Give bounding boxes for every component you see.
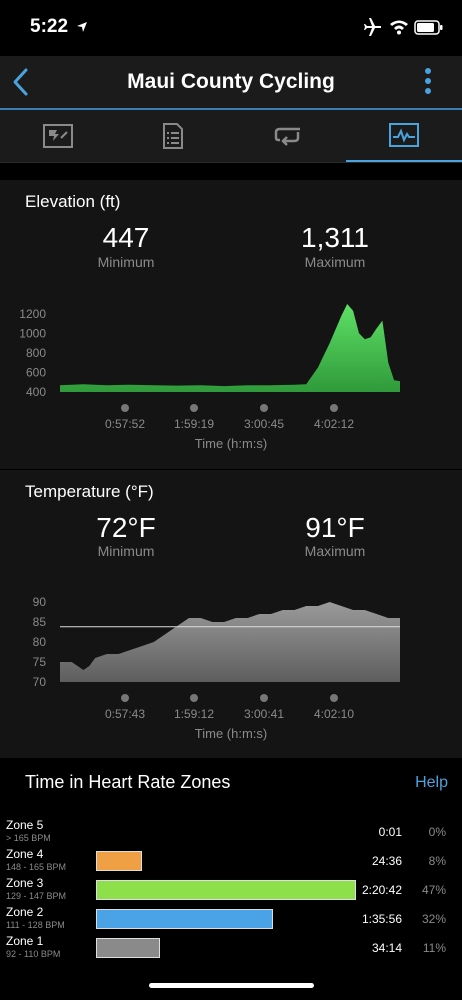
temperature-max-value: 91°F — [305, 512, 365, 543]
zone-time: 34:14 — [371, 941, 402, 955]
x-tick-label: 4:02:10 — [314, 707, 354, 721]
zone-percent: 0% — [428, 825, 446, 839]
help-link[interactable]: Help — [415, 774, 448, 792]
temperature-min-label: Minimum — [97, 543, 155, 559]
elevation-min-value: 447 — [102, 222, 150, 253]
zone-range: 111 - 128 BPM — [6, 920, 65, 930]
zone-percent: 47% — [421, 883, 446, 897]
zone-bar — [96, 851, 142, 871]
x-tick-label: 0:57:43 — [105, 707, 145, 721]
elevation-xlabel: Time (h:m:s) — [194, 436, 268, 451]
zone-bar — [96, 909, 273, 929]
x-tick-dot — [260, 404, 268, 412]
battery-icon — [414, 20, 444, 40]
y-tick-label: 90 — [33, 595, 47, 609]
zone-percent: 32% — [421, 912, 446, 926]
y-tick-label: 70 — [33, 675, 47, 689]
home-indicator[interactable] — [149, 983, 314, 988]
elevation-max-value: 1,311 — [301, 222, 369, 253]
tab-details[interactable] — [115, 110, 230, 162]
details-list-icon — [162, 123, 183, 149]
zone-bar — [96, 938, 160, 958]
airplane-icon — [363, 18, 383, 41]
zone-time: 1:35:56 — [361, 912, 402, 926]
y-tick-label: 1200 — [19, 307, 46, 321]
zone-name: Zone 1 — [6, 934, 44, 948]
y-tick-label: 1000 — [19, 326, 46, 340]
laps-loop-icon — [274, 127, 300, 146]
x-tick-label: 1:59:19 — [174, 417, 214, 431]
zone-name: Zone 5 — [6, 818, 44, 832]
area-series — [60, 304, 400, 392]
y-tick-label: 80 — [33, 635, 47, 649]
zone-range: 129 - 147 BPM — [6, 891, 67, 901]
zone-time: 2:20:42 — [361, 883, 402, 897]
y-tick-label: 75 — [33, 655, 47, 669]
tab-laps[interactable] — [231, 110, 346, 162]
temperature-section: Temperature (°F) 72°F Minimum 91°F Maxim… — [0, 470, 462, 758]
x-tick-dot — [121, 694, 129, 702]
tab-summary[interactable] — [0, 110, 115, 162]
status-bar: 5:22 — [0, 0, 462, 56]
y-tick-label: 85 — [33, 615, 47, 629]
x-tick-dot — [190, 694, 198, 702]
wifi-icon — [389, 19, 409, 40]
area-series — [60, 602, 400, 682]
heart-rate-zones-section: Time in Heart Rate Zones Help Zone 5 > 16… — [0, 760, 462, 1000]
temperature-min-value: 72°F — [96, 512, 156, 543]
temperature-max-label: Maximum — [304, 543, 366, 559]
charts-graph-icon — [389, 123, 419, 147]
x-tick-label: 3:00:41 — [244, 707, 284, 721]
zone-bar — [96, 880, 356, 900]
y-tick-label: 400 — [26, 385, 46, 399]
zone-time: 0:01 — [378, 825, 402, 839]
tab-bar — [0, 110, 462, 163]
x-tick-dot — [190, 404, 198, 412]
x-tick-label: 3:00:45 — [244, 417, 284, 431]
x-tick-label: 0:57:52 — [105, 417, 145, 431]
zone-name: Zone 4 — [6, 847, 44, 861]
page-title: Maui County Cycling — [127, 70, 335, 93]
zone-percent: 8% — [428, 854, 446, 868]
x-tick-label: 1:59:12 — [174, 707, 214, 721]
elevation-max-label: Maximum — [304, 254, 366, 270]
x-tick-dot — [121, 404, 129, 412]
x-tick-dot — [260, 694, 268, 702]
y-tick-label: 600 — [26, 365, 46, 379]
tab-charts[interactable] — [346, 110, 462, 162]
zone-time: 24:36 — [371, 854, 402, 868]
x-tick-dot — [330, 694, 338, 702]
elevation-title: Elevation (ft) — [25, 192, 121, 211]
elevation-min-label: Minimum — [97, 254, 155, 270]
zone-name: Zone 2 — [6, 905, 44, 919]
status-time: 5:22 — [30, 16, 69, 37]
x-tick-label: 4:02:12 — [314, 417, 354, 431]
zone-name: Zone 3 — [6, 876, 44, 890]
more-options-button[interactable] — [418, 66, 438, 98]
elevation-section: Elevation (ft) 447 Minimum 1,311 Maximum… — [0, 180, 462, 469]
zone-range: 148 - 165 BPM — [6, 862, 67, 872]
more-vertical-icon — [425, 68, 431, 94]
y-tick-label: 800 — [26, 346, 46, 360]
zone-range: > 165 BPM — [6, 833, 51, 843]
nav-bar: Maui County Cycling — [0, 56, 462, 108]
temperature-xlabel: Time (h:m:s) — [194, 726, 268, 741]
zone-range: 92 - 110 BPM — [6, 949, 61, 959]
summary-map-icon — [42, 124, 73, 148]
zone-percent: 11% — [422, 941, 446, 955]
x-tick-dot — [330, 404, 338, 412]
heart-rate-title: Time in Heart Rate Zones — [25, 772, 231, 792]
temperature-title: Temperature (°F) — [25, 482, 154, 501]
location-arrow-icon — [76, 20, 88, 38]
